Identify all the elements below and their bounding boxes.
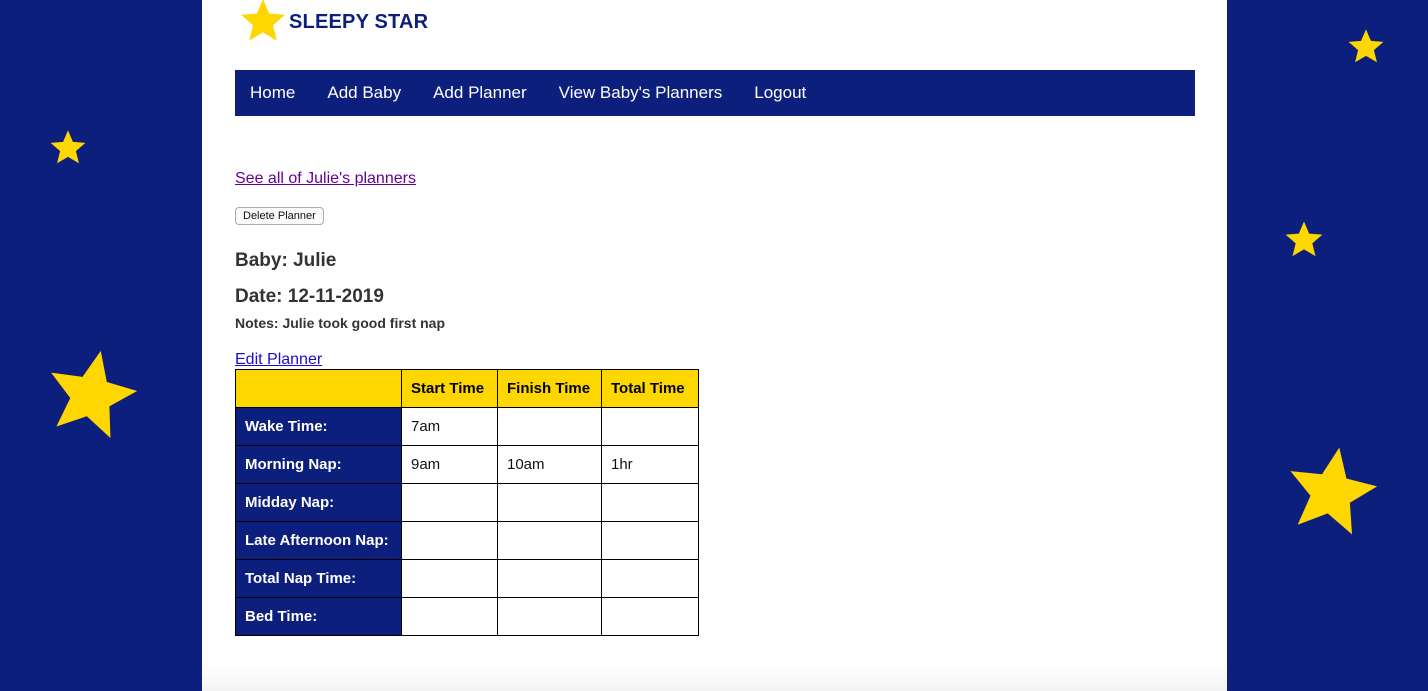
see-all-planners-link[interactable]: See all of Julie's planners [235, 170, 416, 188]
start-time-cell [401, 559, 498, 598]
planner-date-heading: Date: 12-11-2019 [235, 286, 384, 307]
main-page: SLEEPY STAR Home Add Baby Add Planner Vi… [202, 0, 1227, 691]
main-nav: Home Add Baby Add Planner View Baby's Pl… [235, 70, 1195, 116]
table-row: Late Afternoon Nap: [235, 521, 699, 560]
page-footer-fade [202, 661, 1227, 691]
edit-planner-link[interactable]: Edit Planner [235, 351, 322, 369]
star-icon [44, 344, 140, 440]
table-row: Total Nap Time: [235, 559, 699, 598]
nav-item-view-planners[interactable]: View Baby's Planners [559, 83, 723, 103]
row-label: Midday Nap: [235, 483, 402, 522]
star-icon [1347, 27, 1385, 65]
row-label: Morning Nap: [235, 445, 402, 484]
header-cell-empty [235, 369, 402, 408]
row-label: Total Nap Time: [235, 559, 402, 598]
start-time-cell [401, 597, 498, 636]
header-start-time: Start Time [401, 369, 498, 408]
total-time-cell [601, 521, 699, 560]
finish-time-cell [497, 521, 602, 560]
star-icon [1284, 441, 1380, 537]
row-label: Bed Time: [235, 597, 402, 636]
table-row: Bed Time: [235, 597, 699, 636]
start-time-cell: 9am [401, 445, 498, 484]
planner-notes: Notes: Julie took good first nap [235, 315, 446, 331]
table-row: Midday Nap: [235, 483, 699, 522]
nav-item-home[interactable]: Home [250, 83, 295, 103]
start-time-cell: 7am [401, 407, 498, 446]
logo[interactable]: SLEEPY STAR [238, 0, 428, 44]
total-time-cell [601, 559, 699, 598]
star-icon [1284, 219, 1324, 259]
table-row: Wake Time: 7am [235, 407, 699, 446]
row-label: Wake Time: [235, 407, 402, 446]
total-time-cell [601, 483, 699, 522]
star-icon [49, 128, 87, 166]
delete-planner-button[interactable]: Delete Planner [235, 207, 324, 225]
table-header-row: Start Time Finish Time Total Time [235, 369, 699, 408]
start-time-cell [401, 483, 498, 522]
finish-time-cell [497, 597, 602, 636]
brand-name: SLEEPY STAR [289, 10, 429, 33]
header-total-time: Total Time [601, 369, 699, 408]
row-label: Late Afternoon Nap: [235, 521, 402, 560]
baby-name-heading: Baby: Julie [235, 250, 337, 271]
total-time-cell [601, 407, 699, 446]
nav-item-add-planner[interactable]: Add Planner [433, 83, 527, 103]
total-time-cell [601, 597, 699, 636]
planner-table: Start Time Finish Time Total Time Wake T… [235, 369, 699, 636]
star-icon [238, 0, 288, 44]
start-time-cell [401, 521, 498, 560]
total-time-cell: 1hr [601, 445, 699, 484]
finish-time-cell [497, 407, 602, 446]
nav-item-add-baby[interactable]: Add Baby [327, 83, 401, 103]
nav-item-logout[interactable]: Logout [754, 83, 806, 103]
finish-time-cell [497, 483, 602, 522]
finish-time-cell: 10am [497, 445, 602, 484]
table-row: Morning Nap: 9am 10am 1hr [235, 445, 699, 484]
finish-time-cell [497, 559, 602, 598]
header-finish-time: Finish Time [497, 369, 602, 408]
